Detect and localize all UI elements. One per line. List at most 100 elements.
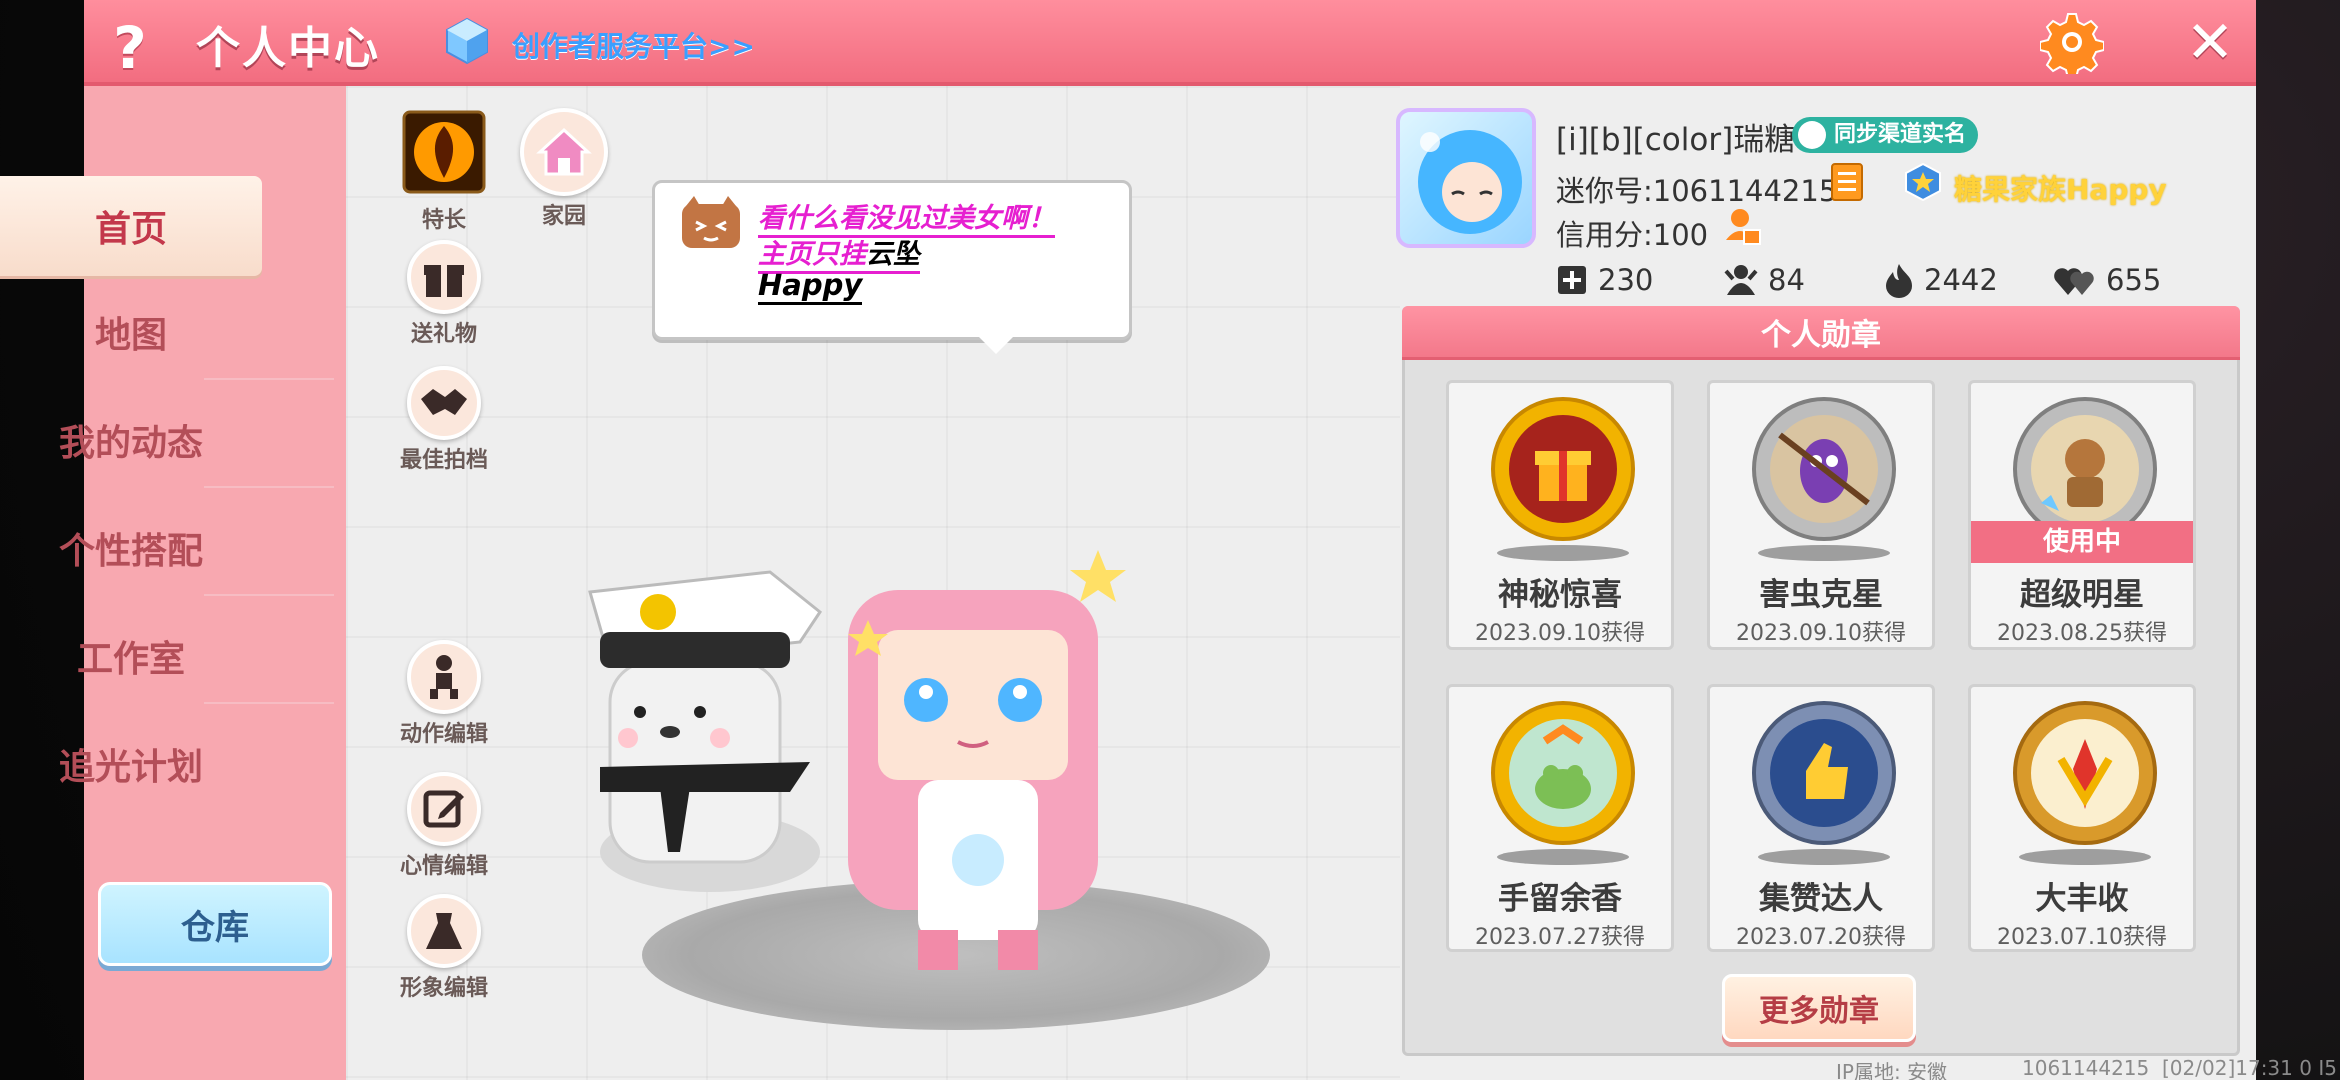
family-badge-icon [1905, 162, 1941, 202]
player-avatar[interactable] [808, 530, 1148, 980]
specialty-icon [402, 110, 486, 194]
edit-icon [407, 772, 481, 846]
motion-edit-label: 动作编辑 [399, 722, 488, 747]
medal-card[interactable]: 集赞达人 2023.07.20获得 [1707, 684, 1935, 952]
medal-date: 2023.09.10获得 [1475, 621, 1645, 646]
person-check-icon [1798, 121, 1826, 149]
mood-edit-button[interactable]: 心情编辑 [384, 772, 504, 880]
creator-platform-link[interactable]: 创作者服务平台>> [512, 25, 755, 65]
stat-fire: 2442 [1884, 260, 1998, 300]
best-partner-button[interactable]: 最佳拍档 [384, 366, 504, 474]
gift-icon [407, 240, 481, 314]
medal-date: 2023.07.20获得 [1736, 925, 1906, 950]
stat-likes-value: 655 [2106, 263, 2162, 297]
person-card-icon[interactable] [1724, 206, 1762, 246]
medal-base [2019, 849, 2151, 865]
home-button[interactable]: 家园 [504, 108, 624, 230]
screen: ? 个人中心 创作者服务平台>> ✕ 首页 地图 我的动态 个性搭配 工作室 追… [0, 0, 2340, 1080]
sidebar-item-map[interactable]: 地图 [0, 282, 262, 382]
gear-icon[interactable] [2040, 10, 2104, 74]
medal-name: 大丰收 [2035, 881, 2129, 917]
ip-location: IP属地: 安徽 [1836, 1060, 1948, 1080]
page-title: 个人中心 [196, 23, 380, 74]
credit-score: 信用分:100 [1556, 218, 1709, 252]
stat-likes: 655 [2054, 260, 2161, 300]
stat-plus: 230 [1556, 260, 1653, 300]
in-use-badge: 使用中 [1971, 521, 2193, 563]
signature-line-2-prefix: 主页只挂 [758, 239, 866, 270]
fire-icon [1886, 264, 1912, 298]
gift-medal-icon [1491, 397, 1635, 541]
more-medals-button[interactable]: 更多勋章 [1722, 974, 1916, 1042]
medal-date: 2023.07.10获得 [1997, 925, 2167, 950]
medal-panel-title: 个人勋章 [1402, 306, 2240, 360]
medal-base [1758, 545, 1890, 561]
medal-name: 神秘惊喜 [1498, 577, 1622, 613]
send-gift-button[interactable]: 送礼物 [384, 240, 504, 348]
close-button[interactable]: ✕ [2180, 12, 2240, 72]
medal-card[interactable]: 害虫克星 2023.09.10获得 [1707, 380, 1935, 650]
medal-card[interactable]: 手留余香 2023.07.27获得 [1446, 684, 1674, 952]
avatar-portrait [1418, 130, 1522, 234]
signature-line-3: Happy [758, 268, 863, 305]
cat-face-icon [682, 196, 740, 248]
home-label: 家园 [541, 204, 586, 229]
specialty-button[interactable]: 特长 [384, 108, 504, 234]
look-edit-button[interactable]: 形象编辑 [384, 894, 504, 1002]
fans-icon [1724, 265, 1758, 295]
divider [204, 486, 334, 488]
realname-badge[interactable]: 同步渠道实名 [1792, 117, 1979, 153]
family-name[interactable]: 糖果家族Happy [1954, 168, 2167, 208]
send-gift-label: 送礼物 [410, 322, 477, 347]
copy-icon[interactable] [1830, 162, 1864, 202]
sidebar-item-my-feed[interactable]: 我的动态 [0, 390, 262, 490]
frog-medal-icon [1491, 701, 1635, 845]
sidebar-item-light-plan[interactable]: 追光计划 [0, 714, 262, 814]
stat-plus-value: 230 [1598, 263, 1654, 297]
sidebar-item-home[interactable]: 首页 [0, 176, 262, 276]
medal-base [1497, 849, 1629, 865]
medal-card[interactable]: 神秘惊喜 2023.09.10获得 [1446, 380, 1674, 650]
stat-fire-value: 2442 [1924, 263, 1998, 297]
plus-square-icon [1558, 266, 1586, 294]
medal-base [1497, 545, 1629, 561]
title-bar [84, 0, 2256, 86]
double-heart-icon [2054, 268, 2094, 295]
mood-edit-label: 心情编辑 [399, 854, 488, 879]
cube-icon [446, 17, 488, 65]
bubble-tail [978, 336, 1014, 354]
footer-uid: 1061144215 [2022, 1056, 2150, 1080]
thumb-medal-icon [1752, 701, 1896, 845]
house-icon [520, 108, 608, 196]
avatar[interactable] [1396, 108, 1536, 248]
motion-icon [407, 640, 481, 714]
medal-card[interactable]: 大丰收 2023.07.10获得 [1968, 684, 2196, 952]
footer-timestamp: [02/02]17:31 0 I5 [2162, 1056, 2337, 1080]
sidebar-item-studio[interactable]: 工作室 [0, 606, 262, 706]
medal-name: 害虫克星 [1759, 577, 1883, 613]
stat-fans: 84 [1724, 260, 1805, 300]
medal-base [1758, 849, 1890, 865]
realname-badge-label: 同步渠道实名 [1834, 122, 1967, 147]
nickname: [i][b][color]瑞糖 [1556, 122, 1796, 158]
medal-name: 手留余香 [1498, 881, 1622, 917]
motion-edit-button[interactable]: 动作编辑 [384, 640, 504, 748]
medal-date: 2023.08.25获得 [1997, 621, 2167, 646]
sidebar-item-outfit[interactable]: 个性搭配 [0, 498, 262, 598]
help-button[interactable]: ? [100, 18, 160, 78]
divider [204, 702, 334, 704]
specialty-label: 特长 [421, 208, 466, 233]
handshake-icon [407, 366, 481, 440]
signature-line-2-suffix: 云坠 [866, 239, 920, 270]
best-partner-label: 最佳拍档 [399, 448, 488, 473]
medal-date: 2023.07.27获得 [1475, 925, 1645, 950]
mini-id: 迷你号:1061144215 [1556, 174, 1838, 208]
bug-medal-icon [1752, 397, 1896, 541]
dress-icon [407, 894, 481, 968]
look-edit-label: 形象编辑 [399, 976, 488, 1001]
stat-fans-value: 84 [1768, 263, 1805, 297]
divider [204, 378, 334, 380]
medal-date: 2023.09.10获得 [1736, 621, 1906, 646]
medal-card[interactable]: 使用中 超级明星 2023.08.25获得 [1968, 380, 2196, 650]
storage-button[interactable]: 仓库 [98, 882, 332, 966]
